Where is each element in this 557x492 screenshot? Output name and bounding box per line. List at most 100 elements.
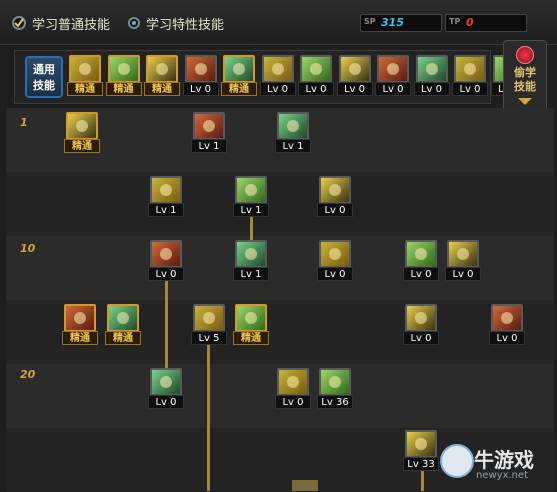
skill-slot[interactable]: Lv 0 [489, 304, 525, 346]
skill-slot[interactable]: 精通 [67, 55, 103, 97]
tab-normal-label: 学习普通技能 [32, 17, 111, 33]
level-marker: 20 [20, 368, 36, 381]
steal-label-line1: 偷学 [514, 66, 536, 79]
skill-window: 学习普通技能 学习特性技能 SP 315 TP 0 通用 技能 精通 精通 精通 Lv… [0, 0, 557, 492]
level-marker: 10 [20, 242, 36, 255]
skill-slot[interactable]: Lv 0 [275, 368, 311, 410]
skill-icon [319, 240, 351, 268]
skill-slot[interactable]: Lv 0 [148, 240, 184, 282]
skill-level-label: Lv 33 [403, 457, 439, 471]
skill-icon [377, 55, 409, 83]
skill-icon [64, 304, 96, 332]
skill-level-label: Lv 0 [148, 267, 184, 281]
skill-level-label: Lv 36 [317, 395, 353, 409]
skill-icon [150, 368, 182, 396]
skill-level-label: Lv 0 [336, 82, 373, 96]
skill-icon [405, 430, 437, 458]
skill-level-label: Lv 0 [413, 82, 450, 96]
skill-slot[interactable]: 精通 [105, 55, 142, 97]
skill-icon [107, 55, 140, 83]
skill-icon [193, 304, 225, 332]
skill-level-label: 精通 [144, 82, 180, 96]
skill-icon [193, 112, 225, 140]
skill-level-label: Lv 0 [182, 82, 219, 96]
skill-level-label: Lv 1 [148, 203, 184, 217]
skill-slot[interactable]: Lv 0 [148, 368, 184, 410]
skill-slot[interactable]: Lv 0 [259, 55, 296, 97]
skill-icon [277, 368, 309, 396]
tab-normal-skills[interactable]: 学习普通技能 [12, 14, 111, 33]
general-label-line2: 技能 [33, 79, 55, 92]
skill-slot[interactable]: 精通 [144, 55, 180, 97]
skill-level-label: Lv 0 [375, 82, 411, 96]
skill-slot[interactable]: Lv 0 [445, 240, 481, 282]
steal-skills-button[interactable]: 偷学 技能 [503, 40, 547, 112]
skill-level-label: Lv 0 [298, 82, 334, 96]
skill-level-label: Lv 1 [233, 203, 269, 217]
skill-icon [277, 112, 309, 140]
tree-row [6, 172, 554, 236]
skill-icon [150, 176, 182, 204]
skill-slot[interactable]: 精通 [64, 112, 100, 154]
skill-slot[interactable]: Lv 5 [191, 304, 227, 346]
skill-slot[interactable]: Lv 0 [413, 55, 450, 97]
skill-slot[interactable]: 精通 [62, 304, 98, 346]
skill-slot[interactable]: Lv 0 [403, 304, 439, 346]
skill-slot[interactable]: Lv 1 [233, 176, 269, 218]
skill-icon [69, 55, 101, 83]
skill-level-label: Lv 0 [445, 267, 481, 281]
tab-special-label: 学习特性技能 [146, 17, 225, 33]
sp-value: 315 [381, 16, 404, 29]
skill-level-label: Lv 0 [489, 331, 525, 345]
general-skills-label: 通用 技能 [25, 56, 63, 98]
skill-slot[interactable]: Lv 0 [336, 55, 373, 97]
skill-slot[interactable]: Lv 1 [275, 112, 311, 154]
skill-level-label: Lv 0 [317, 267, 353, 281]
skill-slot[interactable]: Lv 0 [298, 55, 334, 97]
watermark: 牛游戏 newyx.net [440, 440, 557, 491]
general-label-line1: 通用 [33, 63, 55, 76]
skill-level-label: 精通 [67, 82, 103, 96]
tp-icon: TP [449, 17, 461, 26]
tree-connector [292, 480, 318, 491]
skill-level-label: Lv 0 [148, 395, 184, 409]
skill-slot[interactable]: Lv 1 [148, 176, 184, 218]
skill-slot[interactable]: Lv 0 [317, 176, 353, 218]
skill-slot[interactable]: Lv 1 [233, 240, 269, 282]
tab-special-skills[interactable]: 学习特性技能 [128, 14, 225, 33]
skill-level-label: 精通 [64, 139, 100, 153]
skill-slot[interactable]: 精通 [105, 304, 141, 346]
skill-icon [338, 55, 371, 83]
watermark-title: 牛游戏 [474, 448, 534, 472]
skill-slot[interactable]: Lv 0 [403, 240, 439, 282]
gem-icon [516, 46, 534, 64]
tree-connector [165, 278, 168, 368]
skill-slot[interactable]: Lv 0 [317, 240, 353, 282]
mascot-icon [440, 444, 474, 478]
skill-icon [261, 55, 294, 83]
skill-icon [405, 240, 437, 268]
sp-icon: SP [364, 17, 376, 26]
skill-icon [235, 176, 267, 204]
radio-icon [128, 17, 140, 29]
skill-icon [66, 112, 98, 140]
skill-slot[interactable]: Lv 33 [403, 430, 439, 472]
sp-counter: SP 315 [360, 14, 442, 32]
skill-icon [319, 368, 351, 396]
skill-slot[interactable]: Lv 1 [191, 112, 227, 154]
skill-level-label: Lv 0 [275, 395, 311, 409]
skill-tree: 1 10 20 精通 Lv 1 Lv 1 Lv 1 Lv 1 Lv 0 Lv 0 Lv 1 Lv… [6, 108, 554, 492]
skill-icon [184, 55, 217, 83]
chevron-down-icon [518, 98, 532, 105]
skill-slot[interactable]: Lv 0 [375, 55, 411, 97]
skill-icon [300, 55, 332, 83]
skill-level-label: 精通 [105, 331, 141, 345]
skill-level-label: Lv 1 [275, 139, 311, 153]
skill-slot[interactable]: Lv 36 [317, 368, 353, 410]
skill-slot[interactable]: 精通 [233, 304, 269, 346]
skill-slot[interactable]: Lv 0 [452, 55, 488, 97]
skill-slot[interactable]: 精通 [221, 55, 257, 97]
skill-level-label: Lv 0 [259, 82, 296, 96]
skill-slot[interactable]: Lv 0 [182, 55, 219, 97]
skill-icon [235, 304, 267, 332]
